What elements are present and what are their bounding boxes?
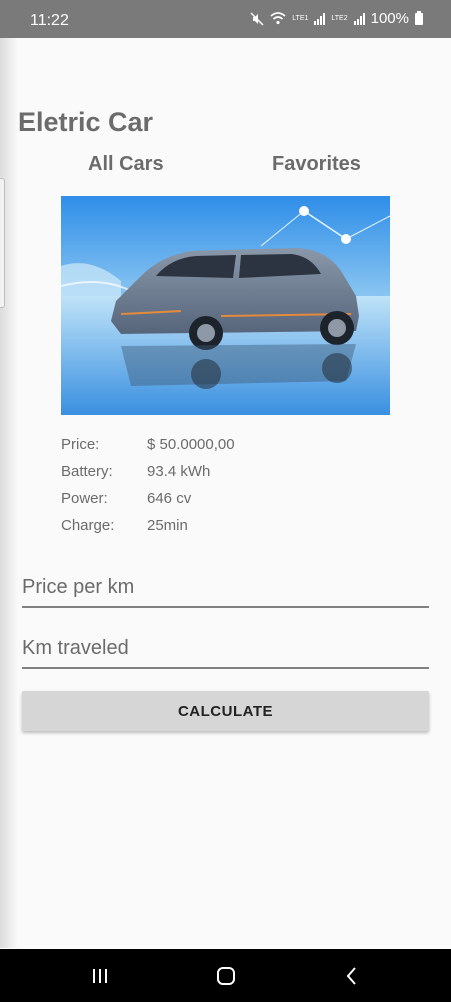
- spec-row-price: Price: $ 50.0000,00: [61, 436, 235, 463]
- system-nav-bar: [0, 949, 451, 1002]
- spec-label: Power:: [61, 490, 108, 507]
- status-time: 11:22: [30, 12, 69, 29]
- spec-value: 646 cv: [147, 490, 192, 507]
- tab-favorites[interactable]: Favorites: [272, 153, 361, 176]
- edge-shadow: [0, 38, 18, 948]
- status-bar: 11:22 LTE1 LTE2 100%: [0, 0, 451, 38]
- wifi-icon: [270, 12, 286, 25]
- spec-value: 93.4 kWh: [147, 463, 211, 480]
- price-per-km-input[interactable]: [22, 572, 429, 602]
- battery-icon: [415, 10, 423, 25]
- signal-icon: [314, 12, 326, 25]
- spec-value: $ 50.0000,00: [147, 436, 235, 453]
- spec-row-battery: Battery: 93.4 kWh: [61, 463, 235, 490]
- mute-icon: [250, 11, 264, 26]
- spec-row-power: Power: 646 cv: [61, 490, 235, 517]
- spec-label: Price:: [61, 436, 100, 453]
- battery-percent: 100%: [370, 10, 409, 27]
- car-image: [61, 196, 390, 415]
- km-traveled-field: [22, 633, 429, 669]
- signal-icon: [353, 12, 365, 25]
- spec-value: 25min: [147, 517, 188, 534]
- recent-apps-button[interactable]: [70, 949, 130, 1002]
- status-icons: LTE1 LTE2 100%: [250, 10, 423, 27]
- spec-label: Charge:: [61, 517, 115, 534]
- car-specs: Price: $ 50.0000,00 Battery: 93.4 kWh Po…: [61, 436, 235, 544]
- recent-apps-icon: [93, 968, 107, 983]
- home-icon: [217, 966, 235, 985]
- page-title: Eletric Car: [18, 107, 154, 137]
- spec-row-charge: Charge: 25min: [61, 517, 235, 544]
- calculate-button[interactable]: CALCULATE: [22, 691, 429, 731]
- edge-panel-handle[interactable]: [0, 178, 5, 308]
- tab-all-cars[interactable]: All Cars: [88, 153, 164, 176]
- km-traveled-input[interactable]: [22, 633, 429, 663]
- back-button[interactable]: [322, 949, 382, 1002]
- sim1-label: LTE1: [292, 15, 309, 22]
- back-icon: [346, 966, 356, 985]
- spec-label: Battery:: [61, 463, 113, 480]
- home-button[interactable]: [196, 949, 256, 1002]
- price-per-km-field: [22, 572, 429, 608]
- sim2-label: LTE2: [331, 15, 348, 22]
